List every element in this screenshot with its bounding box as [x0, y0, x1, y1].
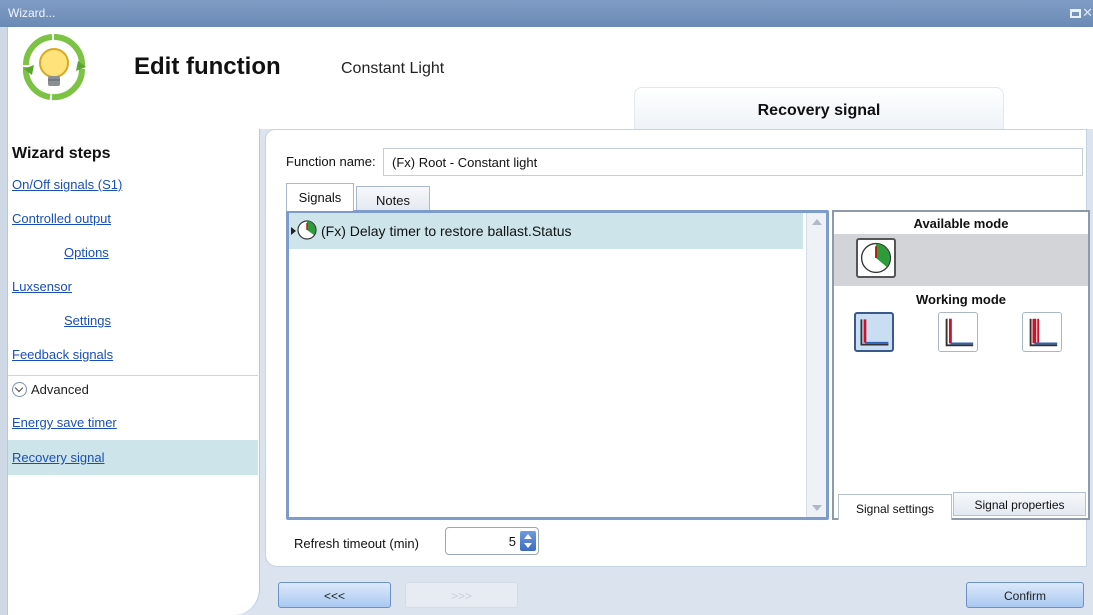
signal-mode-panel: Available mode Working mode Signal setti… — [832, 210, 1090, 520]
list-item[interactable]: (Fx) Delay timer to restore ballast.Stat… — [289, 213, 803, 249]
sidebar-item-energy-save-timer[interactable]: Energy save timer — [12, 415, 117, 430]
current-step-tab: Recovery signal — [634, 87, 1004, 129]
sidebar-item-luxsensor[interactable]: Luxsensor — [12, 279, 72, 294]
refresh-timeout-label: Refresh timeout (min) — [294, 536, 419, 551]
advanced-toggle[interactable]: Advanced — [12, 382, 89, 397]
timer-clock-icon[interactable] — [856, 238, 896, 278]
function-name-input[interactable] — [383, 148, 1083, 176]
tab-notes[interactable]: Notes — [356, 186, 430, 211]
available-mode-heading: Available mode — [913, 216, 1009, 231]
sidebar-item-feedback-signals[interactable]: Feedback signals — [12, 347, 113, 362]
lightbulb-logo-icon — [22, 33, 86, 101]
sidebar-item-options[interactable]: Options — [64, 245, 109, 260]
sidebar-item-controlled-output[interactable]: Controlled output — [12, 211, 111, 226]
tab-signals-label: Signals — [298, 190, 342, 205]
page-title: Edit function — [134, 53, 281, 80]
tab-signal-settings[interactable]: Signal settings — [838, 494, 952, 520]
scroll-down-icon[interactable] — [812, 505, 822, 511]
refresh-timeout-value[interactable]: 5 — [509, 534, 516, 549]
rising-edge-mode-icon[interactable] — [938, 312, 978, 352]
scroll-up-icon[interactable] — [812, 219, 822, 225]
tab-notes-label: Notes — [376, 193, 410, 208]
wizard-window: Edit function Constant Light Recovery si… — [7, 27, 1093, 615]
close-icon[interactable]: ✕ — [1082, 5, 1093, 21]
sidebar-item-settings[interactable]: Settings — [64, 313, 111, 328]
level-mode-icon[interactable] — [854, 312, 894, 352]
tab-signal-properties-label: Signal properties — [974, 498, 1065, 512]
title-bar: Wizard... ✕ — [0, 0, 1093, 27]
advanced-label: Advanced — [31, 382, 89, 397]
chevron-down-icon — [12, 382, 27, 397]
spinner-arrows-icon[interactable] — [520, 531, 536, 551]
tab-signal-settings-label: Signal settings — [855, 502, 935, 516]
working-mode-heading: Working mode — [915, 292, 1007, 307]
page-subtitle: Constant Light — [341, 60, 445, 77]
wizard-header: Edit function Constant Light Recovery si… — [8, 27, 1093, 129]
row-indicator-icon — [291, 227, 296, 235]
sidebar-divider — [8, 375, 258, 376]
confirm-button[interactable]: Confirm — [966, 582, 1084, 608]
back-button[interactable]: <<< — [278, 582, 391, 608]
signals-list[interactable]: (Fx) Delay timer to restore ballast.Stat… — [286, 210, 829, 520]
current-step-label: Recovery signal — [757, 102, 881, 119]
signal-label: (Fx) Delay timer to restore ballast.Stat… — [321, 223, 572, 239]
timer-clock-icon — [297, 220, 317, 240]
falling-edge-mode-icon[interactable] — [1022, 312, 1062, 352]
sidebar-item-recovery-signal[interactable]: Recovery signal — [12, 450, 105, 465]
function-name-label: Function name: — [286, 154, 376, 169]
maximize-icon[interactable] — [1070, 9, 1081, 18]
sidebar-item-onoff-signals[interactable]: On/Off signals (S1) — [12, 177, 122, 192]
next-button[interactable]: >>> — [405, 582, 518, 608]
step-content-panel: Function name: Signals Notes (Fx) Delay … — [265, 129, 1090, 567]
wizard-steps-sidebar: Wizard steps On/Off signals (S1) Control… — [8, 129, 260, 615]
tab-signals[interactable]: Signals — [286, 183, 354, 211]
tab-signal-properties[interactable]: Signal properties — [953, 492, 1086, 516]
refresh-timeout-stepper[interactable]: 5 — [445, 527, 539, 555]
sidebar-title: Wizard steps — [12, 145, 111, 162]
window-title: Wizard... — [8, 6, 56, 20]
list-scrollbar[interactable] — [806, 213, 826, 517]
